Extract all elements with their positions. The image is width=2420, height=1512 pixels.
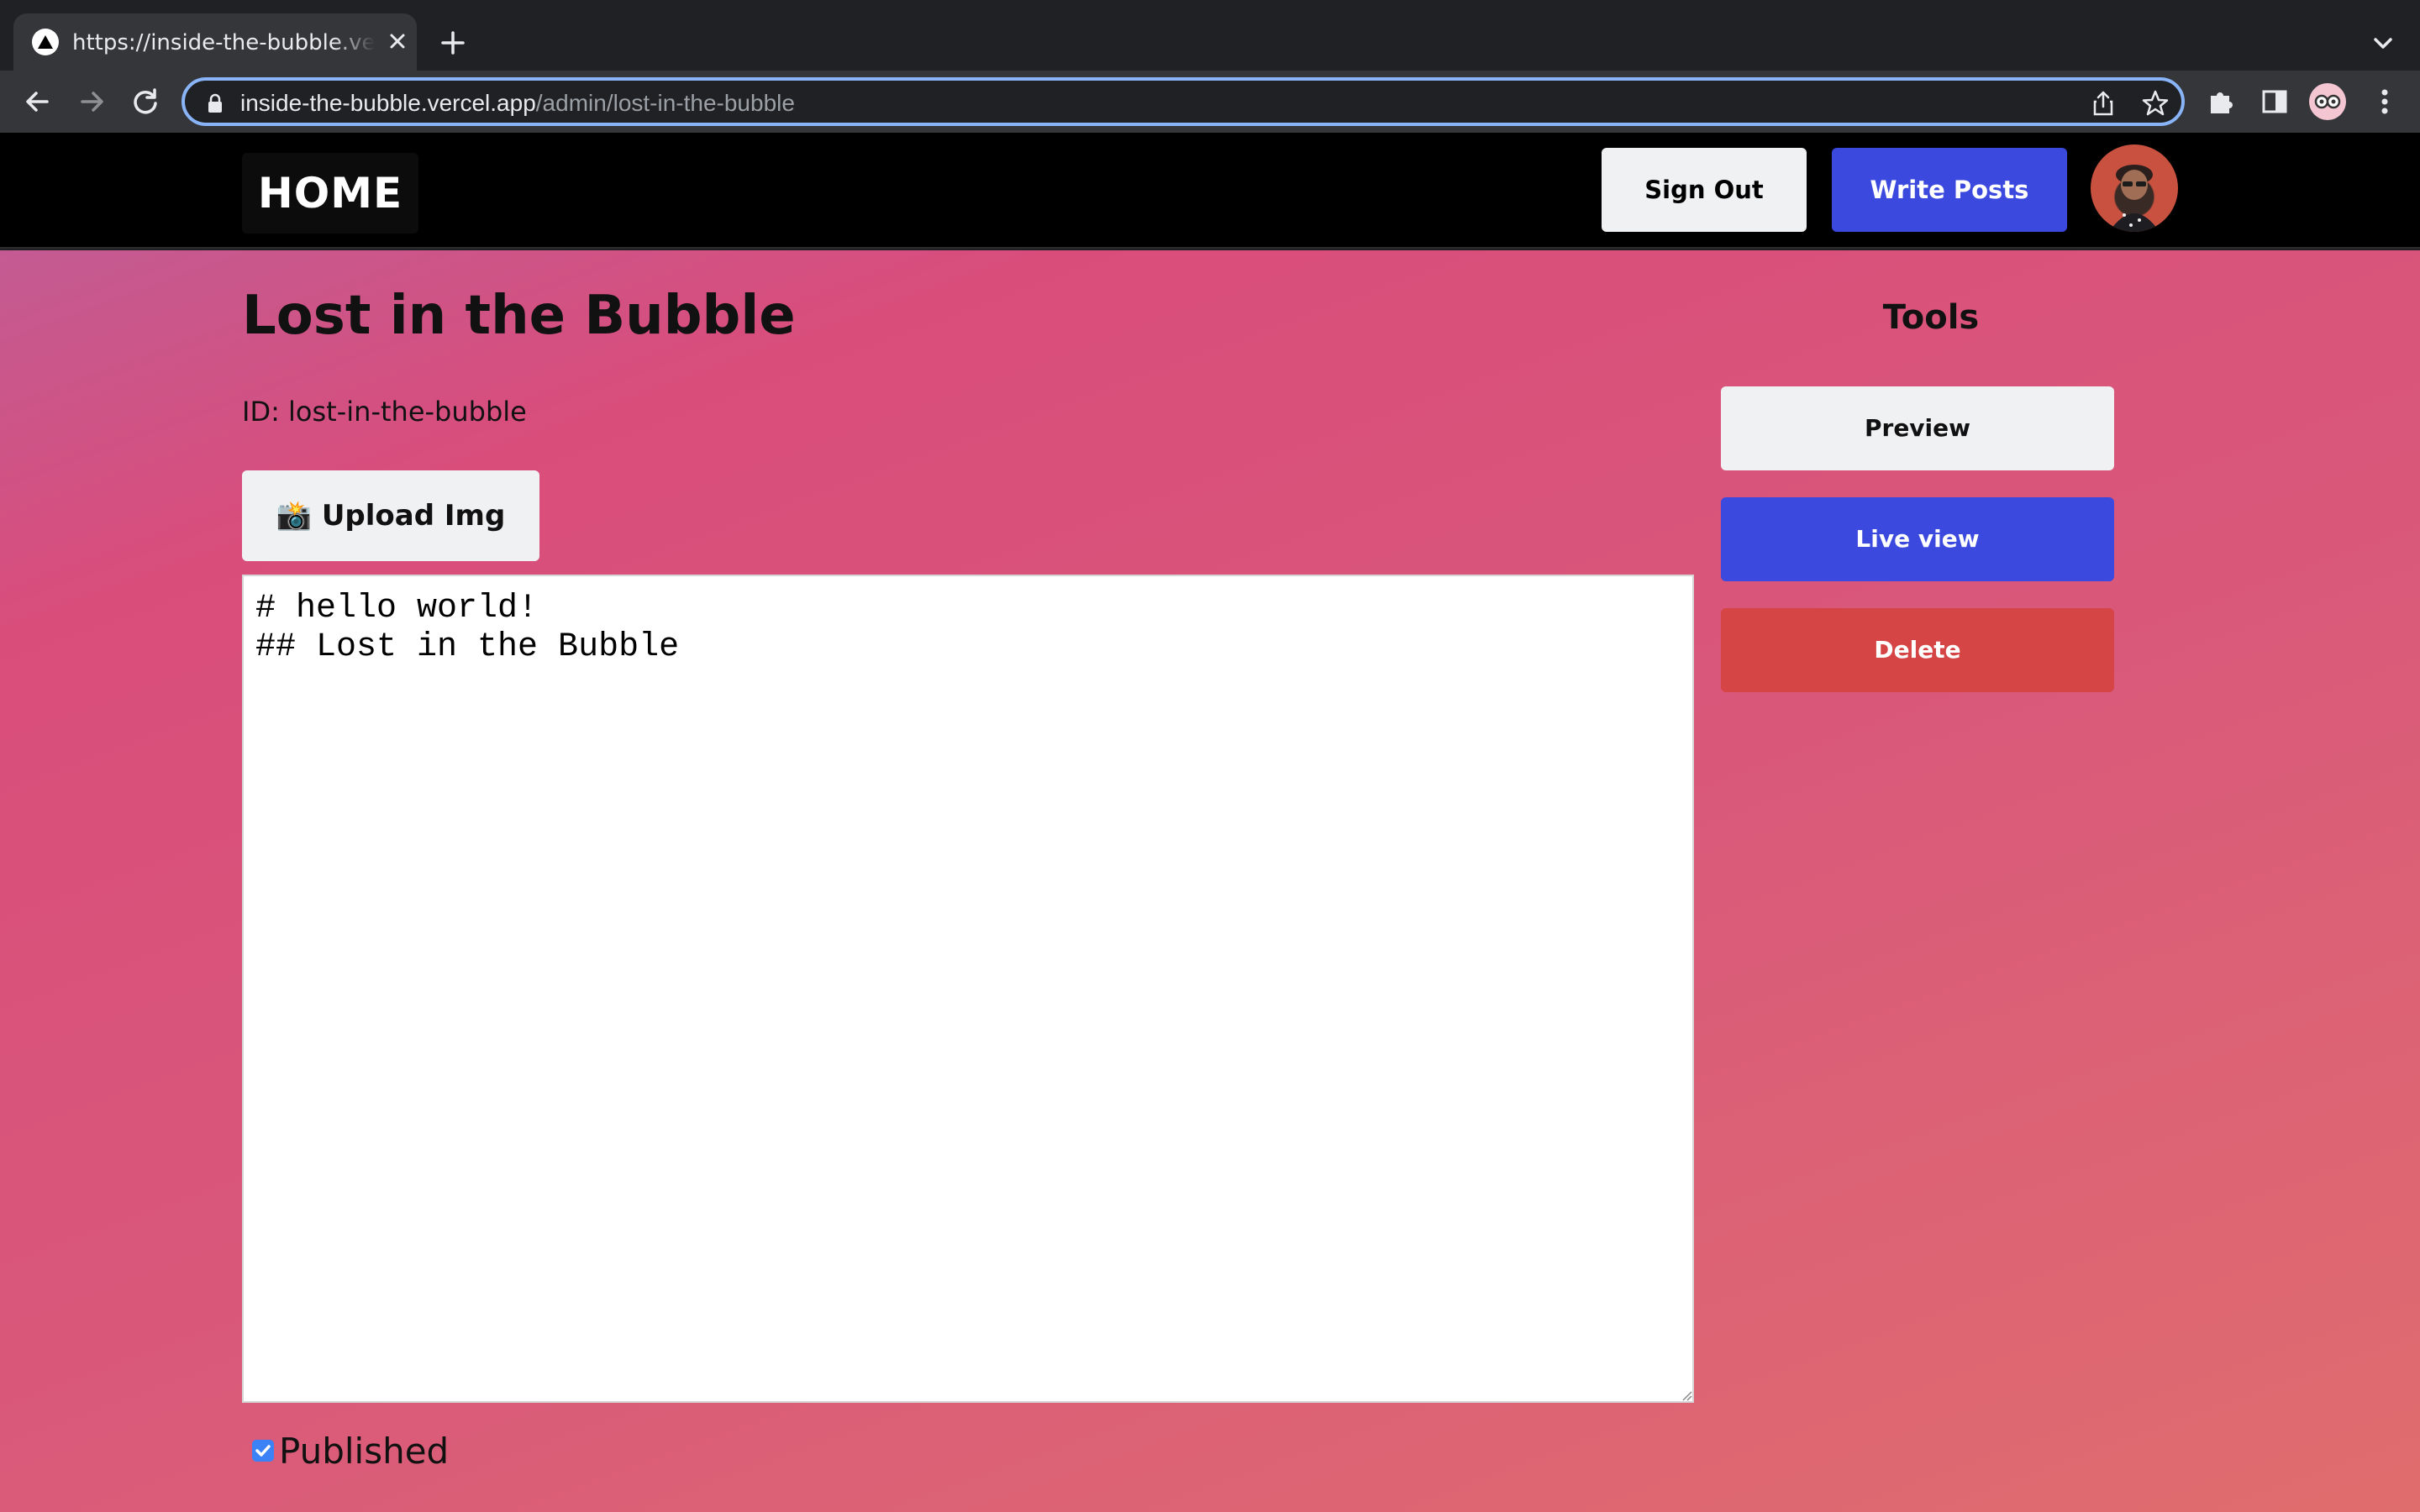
write-posts-button[interactable]: Write Posts <box>1832 148 2067 232</box>
extensions-puzzle-icon[interactable] <box>2203 84 2238 119</box>
live-view-button[interactable]: Live view <box>1721 497 2114 581</box>
share-icon[interactable] <box>2089 89 2118 118</box>
page-title: Lost in the Bubble <box>242 285 796 347</box>
home-button[interactable]: HOME <box>242 153 418 234</box>
forward-arrow-icon[interactable] <box>72 82 111 121</box>
published-label[interactable]: Published <box>279 1430 449 1473</box>
url-path: /admin/lost-in-the-bubble <box>535 90 795 116</box>
url-text: inside-the-bubble.vercel.app/admin/lost-… <box>240 87 795 120</box>
resize-handle-icon[interactable] <box>1679 1388 1692 1401</box>
delete-button[interactable]: Delete <box>1721 608 2114 692</box>
browser-tab[interactable]: https://inside-the-bubble.vercel.app/adm… <box>13 13 417 71</box>
browser-profile-avatar[interactable] <box>2309 83 2346 120</box>
post-editor-page: Lost in the Bubble ID: lost-in-the-bubbl… <box>0 250 2420 1512</box>
tab-title: https://inside-the-bubble.vercel.app/adm… <box>72 29 375 57</box>
close-tab-icon[interactable] <box>383 27 412 55</box>
browser-tab-bar: https://inside-the-bubble.vercel.app/adm… <box>0 0 2420 71</box>
browser-toolbar: inside-the-bubble.vercel.app/admin/lost-… <box>0 71 2420 133</box>
tab-search-chevron-icon[interactable] <box>2365 25 2402 62</box>
post-id-text: ID: lost-in-the-bubble <box>242 396 527 428</box>
sign-out-button[interactable]: Sign Out <box>1602 148 1807 232</box>
vercel-favicon-icon <box>32 29 59 55</box>
preview-button[interactable]: Preview <box>1721 386 2114 470</box>
browser-menu-icon[interactable] <box>2370 84 2400 119</box>
lock-icon[interactable] <box>205 92 225 114</box>
tools-heading: Tools <box>1882 298 1980 337</box>
side-panel-icon[interactable] <box>2257 84 2292 119</box>
new-tab-icon[interactable] <box>435 25 471 60</box>
url-host: inside-the-bubble.vercel.app <box>240 90 536 116</box>
reload-icon[interactable] <box>126 82 165 121</box>
user-avatar[interactable] <box>2091 144 2178 232</box>
bookmark-star-icon[interactable] <box>2141 89 2170 118</box>
published-checkbox[interactable] <box>252 1440 274 1462</box>
markdown-editor[interactable]: # hello world! ## Lost in the Bubble <box>242 575 1694 1403</box>
upload-image-button[interactable]: 📸 Upload Img <box>242 470 539 561</box>
address-bar[interactable]: inside-the-bubble.vercel.app/admin/lost-… <box>182 77 2185 126</box>
site-navbar: HOME Sign Out Write Posts <box>0 133 2420 249</box>
back-arrow-icon[interactable] <box>18 82 57 121</box>
